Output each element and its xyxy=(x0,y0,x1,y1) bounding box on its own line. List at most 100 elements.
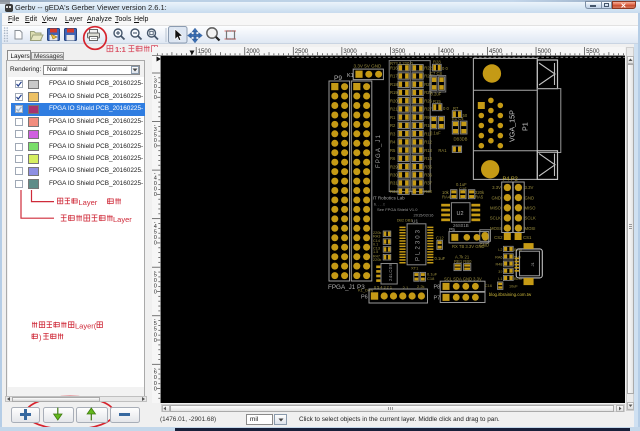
svg-text:GND: GND xyxy=(491,195,501,200)
svg-text:3500: 3500 xyxy=(392,49,406,55)
svg-text:IT Robotics Lab: IT Robotics Lab xyxy=(373,196,406,201)
svg-text:3.3V 5V GND: 3.3V 5V GND xyxy=(354,64,383,69)
svg-text:0.1uF: 0.1uF xyxy=(430,131,441,136)
svg-text:2000: 2000 xyxy=(246,49,260,55)
svg-text:R37: R37 xyxy=(424,181,432,186)
svg-text:0: 0 xyxy=(154,95,157,101)
svg-text:VGA_15P: VGA_15P xyxy=(508,110,517,142)
svg-text:0: 0 xyxy=(154,338,157,344)
svg-text:10uF: 10uF xyxy=(509,285,518,289)
svg-text:R38: R38 xyxy=(424,189,432,194)
svg-text:MISO: MISO xyxy=(490,206,502,211)
svg-text:P9: P9 xyxy=(334,75,342,82)
svg-text:2.2k: 2.2k xyxy=(417,284,425,289)
svg-text:R20: R20 xyxy=(390,98,398,103)
svg-text:P1: P1 xyxy=(521,122,530,131)
svg-text:0: 0 xyxy=(154,144,157,150)
svg-text:3.3V: 3.3V xyxy=(525,185,534,190)
svg-text:R9: R9 xyxy=(424,115,430,120)
svg-text:R18: R18 xyxy=(390,82,398,87)
svg-text:DB3DB: DB3DB xyxy=(454,136,468,141)
svg-text:L1: L1 xyxy=(498,277,502,281)
svg-text:R?? 0 220 0: R?? 0 220 0 xyxy=(390,61,413,66)
svg-text:R32: R32 xyxy=(390,189,398,194)
svg-text:C7 C8: C7 C8 xyxy=(430,71,443,76)
svg-text:U2: U2 xyxy=(457,211,464,217)
svg-text:R3: R3 xyxy=(390,131,396,136)
svg-text:R21: R21 xyxy=(390,107,398,112)
svg-text:4000: 4000 xyxy=(441,49,455,55)
svg-text:See FPGA Shield V1.0: See FPGA Shield V1.0 xyxy=(377,207,418,212)
svg-text:0.1uF: 0.1uF xyxy=(435,256,446,261)
svg-text:R28: R28 xyxy=(433,60,441,65)
svg-text:R5: R5 xyxy=(390,148,396,153)
svg-text:R7: R7 xyxy=(453,106,459,111)
svg-text:RX TB 3.3V GND: RX TB 3.3V GND xyxy=(452,244,485,249)
svg-text:P6: P6 xyxy=(361,295,368,301)
svg-text:R31: R31 xyxy=(390,181,398,186)
svg-text:C16: C16 xyxy=(485,284,492,288)
svg-text:0 0: 0 0 xyxy=(443,106,449,111)
svg-text:RA5: RA5 xyxy=(475,194,484,199)
svg-text:0.2uF: 0.2uF xyxy=(431,92,442,97)
svg-text:R6: R6 xyxy=(390,156,396,161)
svg-text:CS1: CS1 xyxy=(523,235,532,240)
svg-text:5000: 5000 xyxy=(538,49,552,55)
svg-text:0: 0 xyxy=(154,241,157,247)
svg-text:MOSI: MOSI xyxy=(525,226,536,231)
svg-text:XT1: XT1 xyxy=(411,266,419,271)
svg-text:L2: L2 xyxy=(498,248,502,252)
svg-text:R4: R4 xyxy=(390,140,396,145)
svg-text:R1: R1 xyxy=(390,115,396,120)
svg-text:5500: 5500 xyxy=(586,49,600,55)
svg-text:R2: R2 xyxy=(390,123,396,128)
svg-text:SCLK: SCLK xyxy=(490,216,501,221)
svg-text:0: 0 xyxy=(154,386,157,392)
svg-text:R14: R14 xyxy=(424,156,432,161)
svg-text:4500: 4500 xyxy=(489,49,503,55)
svg-text:1500: 1500 xyxy=(198,49,212,55)
svg-text:3.3V: 3.3V xyxy=(492,185,501,190)
svg-text:GND: GND xyxy=(525,195,535,200)
svg-text:E1 C4: E1 C4 xyxy=(452,116,464,121)
svg-text:24LC08: 24LC08 xyxy=(388,263,393,281)
svg-text:RA1: RA1 xyxy=(438,148,447,153)
svg-text:R35: R35 xyxy=(424,164,432,169)
svg-text:b. . . .t: b. . . .t xyxy=(374,203,385,207)
svg-text:R29: R29 xyxy=(390,164,398,169)
svg-text:R48: R48 xyxy=(496,263,503,267)
svg-text:SCLK: SCLK xyxy=(525,216,536,221)
svg-text:0: 0 xyxy=(154,192,157,198)
svg-text:R22: R22 xyxy=(424,66,432,71)
svg-text:3000: 3000 xyxy=(343,49,357,55)
svg-text:P7: P7 xyxy=(434,296,441,302)
svg-text:0 0: 0 0 xyxy=(442,66,448,71)
svg-text:220k: 220k xyxy=(373,258,381,262)
svg-text:blog.itbraining.com.tw: blog.itbraining.com.tw xyxy=(489,292,532,297)
svg-text:P5: P5 xyxy=(449,227,455,233)
svg-text:R17: R17 xyxy=(390,74,398,79)
svg-text:K1: K1 xyxy=(347,73,354,79)
svg-text:RA4: RA4 xyxy=(442,194,451,199)
svg-text:RB1 RB0: RB1 RB0 xyxy=(454,259,472,264)
svg-text:CS2: CS2 xyxy=(494,235,503,240)
svg-text:R30: R30 xyxy=(390,173,398,178)
svg-text:R16: R16 xyxy=(390,66,398,71)
svg-text:R13: R13 xyxy=(424,148,432,153)
svg-text:2015/02/16: 2015/02/16 xyxy=(414,213,435,218)
svg-text:R10: R10 xyxy=(424,123,432,128)
svg-text:2500: 2500 xyxy=(295,49,309,55)
svg-text:C18: C18 xyxy=(427,276,435,281)
svg-text:2 1: 2 1 xyxy=(403,286,409,291)
svg-text:MOSI: MOSI xyxy=(490,226,501,231)
svg-text:3?: 3? xyxy=(498,270,502,274)
svg-text:MISO: MISO xyxy=(525,206,537,211)
svg-text:R12: R12 xyxy=(424,140,432,145)
svg-text:DB2 DB1: DB2 DB1 xyxy=(397,219,413,223)
svg-text:R36: R36 xyxy=(424,173,432,178)
svg-text:RA6: RA6 xyxy=(495,255,502,259)
svg-text:C12: C12 xyxy=(436,236,444,241)
svg-text:R19: R19 xyxy=(390,90,398,95)
svg-text:R26: R26 xyxy=(424,98,432,103)
svg-text:0: 0 xyxy=(154,289,157,295)
